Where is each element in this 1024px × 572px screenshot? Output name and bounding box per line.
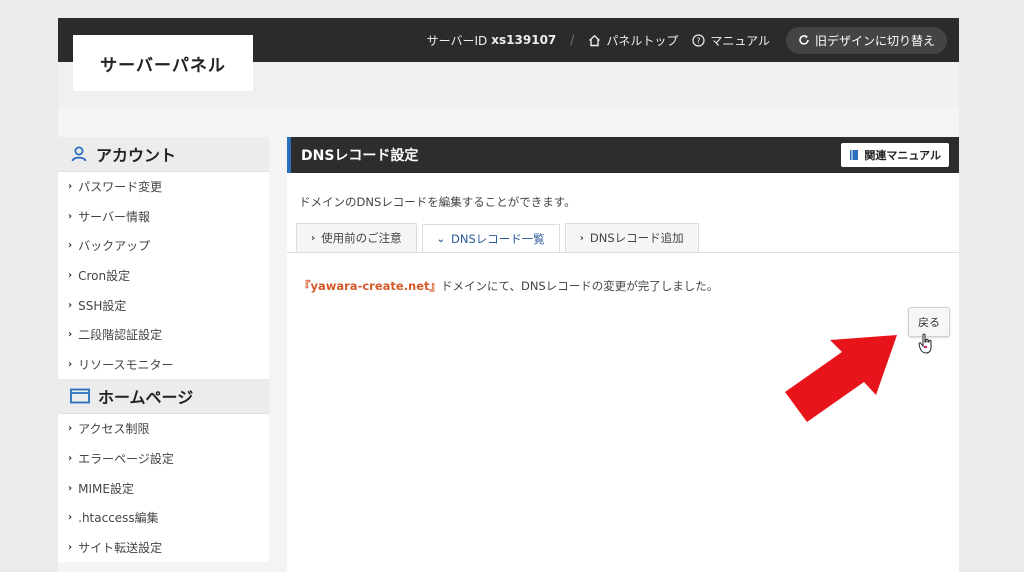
tab-dns-record-list[interactable]: ⌄ DNSレコード一覧 <box>421 224 560 253</box>
related-manual-button[interactable]: 関連マニュアル <box>841 143 949 167</box>
sidebar-item-error-page[interactable]: › エラーページ設定 <box>58 444 269 474</box>
chevron-right-icon: › <box>68 482 73 494</box>
sidebar-item-cron[interactable]: › Cron設定 <box>58 261 269 291</box>
page-description: ドメインのDNSレコードを編集することができます。 <box>299 195 576 209</box>
chevron-right-icon: › <box>68 210 73 222</box>
sidebar-item-label: 二段階認証設定 <box>78 328 163 343</box>
chevron-right-icon: › <box>579 232 584 244</box>
logo[interactable]: サーバーパネル <box>73 35 253 91</box>
tab-label: DNSレコード一覧 <box>451 232 545 246</box>
manual-label: マニュアル <box>710 33 770 48</box>
completion-message: 『yawara-create.net』ドメインにて、DNSレコードの変更が完了し… <box>299 278 718 294</box>
red-arrow-annotation <box>785 335 897 422</box>
server-id-value: xs139107 <box>491 33 557 47</box>
help-circle-icon: ? <box>692 33 705 47</box>
sidebar-item-backup[interactable]: › バックアップ <box>58 231 269 261</box>
refresh-icon <box>798 34 810 46</box>
sidebar-section-title: アカウント <box>96 146 177 165</box>
tab-precautions[interactable]: › 使用前のご注意 <box>296 223 417 252</box>
sidebar-item-htaccess[interactable]: › .htaccess編集 <box>58 503 269 533</box>
nav-separator: / <box>570 33 575 47</box>
tab-divider <box>287 252 959 253</box>
book-icon <box>849 149 859 161</box>
sidebar-section-homepage: ホームページ <box>58 379 269 415</box>
sidebar-item-label: パスワード変更 <box>78 180 163 195</box>
chevron-right-icon: › <box>68 299 73 311</box>
chevron-down-icon: ⌄ <box>436 233 446 245</box>
chevron-right-icon: › <box>68 541 73 553</box>
sidebar-item-password[interactable]: › パスワード変更 <box>58 172 269 202</box>
old-design-button[interactable]: 旧デザインに切り替え <box>785 26 947 54</box>
home-icon <box>588 34 601 47</box>
message-bracket-close: 』 <box>429 279 442 293</box>
chevron-right-icon: › <box>311 232 316 244</box>
sidebar-section-title: ホームページ <box>98 388 194 408</box>
chevron-right-icon: › <box>68 512 73 524</box>
chevron-right-icon: › <box>68 423 73 435</box>
sidebar-item-label: サイト転送設定 <box>78 540 163 555</box>
manual-link[interactable]: ? マニュアル <box>692 32 770 49</box>
chevron-right-icon: › <box>68 453 73 465</box>
server-id-label: サーバーID <box>426 33 488 48</box>
sidebar-item-label: アクセス制限 <box>78 422 150 437</box>
sidebar-item-label: .htaccess編集 <box>78 511 159 526</box>
chevron-right-icon: › <box>68 358 73 370</box>
old-design-label: 旧デザインに切り替え <box>814 33 935 48</box>
sidebar-item-ssh[interactable]: › SSH設定 <box>58 290 269 320</box>
sidebar: アカウント › パスワード変更 › サーバー情報 › バックアップ › Cron設定 ›… <box>58 137 269 563</box>
sidebar-item-label: リソースモニター <box>78 357 174 372</box>
title-bar: DNSレコード設定 関連マニュアル <box>287 137 959 173</box>
page-title: DNSレコード設定 <box>301 148 419 164</box>
sidebar-item-mime[interactable]: › MIME設定 <box>58 473 269 503</box>
tab-label: DNSレコード追加 <box>589 231 684 245</box>
sidebar-item-label: サーバー情報 <box>78 209 151 224</box>
panel-top-label: パネルトップ <box>606 33 679 48</box>
sidebar-item-label: Cron設定 <box>78 269 131 284</box>
chevron-right-icon: › <box>68 329 73 341</box>
hand-cursor-icon <box>918 333 932 354</box>
sidebar-item-2fa[interactable]: › 二段階認証設定 <box>58 320 269 350</box>
svg-text:?: ? <box>697 36 701 45</box>
message-bracket-open: 『 <box>299 279 311 293</box>
panel-top-link[interactable]: パネルトップ <box>588 32 678 49</box>
top-nav: サーバーID xs139107 / パネルトップ ? マニュアル 旧デザインに切… <box>413 18 947 62</box>
chevron-right-icon: › <box>68 181 73 193</box>
tab-label: 使用前のご注意 <box>321 231 402 245</box>
sidebar-item-label: MIME設定 <box>78 481 134 496</box>
window-icon <box>70 388 90 404</box>
message-text: ドメインにて、DNSレコードの変更が完了しました。 <box>441 279 719 293</box>
sidebar-item-access-restriction[interactable]: › アクセス制限 <box>58 414 269 444</box>
sidebar-item-label: エラーページ設定 <box>78 452 174 467</box>
sidebar-item-resource-monitor[interactable]: › リソースモニター <box>58 350 269 380</box>
sidebar-item-server-info[interactable]: › サーバー情報 <box>58 202 269 232</box>
sidebar-item-label: SSH設定 <box>78 298 127 313</box>
sidebar-item-site-forward[interactable]: › サイト転送設定 <box>58 533 269 563</box>
chevron-right-icon: › <box>68 240 73 252</box>
page-frame: サーバーID xs139107 / パネルトップ ? マニュアル 旧デザインに切… <box>58 18 959 572</box>
sidebar-section-account: アカウント <box>58 137 269 172</box>
related-manual-label: 関連マニュアル <box>864 149 941 162</box>
user-icon <box>70 145 88 163</box>
server-id: サーバーID xs139107 <box>427 32 557 49</box>
tab-dns-record-add[interactable]: › DNSレコード追加 <box>564 223 699 252</box>
message-domain: yawara-create.net <box>310 279 430 293</box>
chevron-right-icon: › <box>68 270 73 282</box>
tab-bar: › 使用前のご注意 ⌄ DNSレコード一覧 › DNSレコード追加 <box>296 223 704 253</box>
sidebar-item-label: バックアップ <box>78 239 151 254</box>
